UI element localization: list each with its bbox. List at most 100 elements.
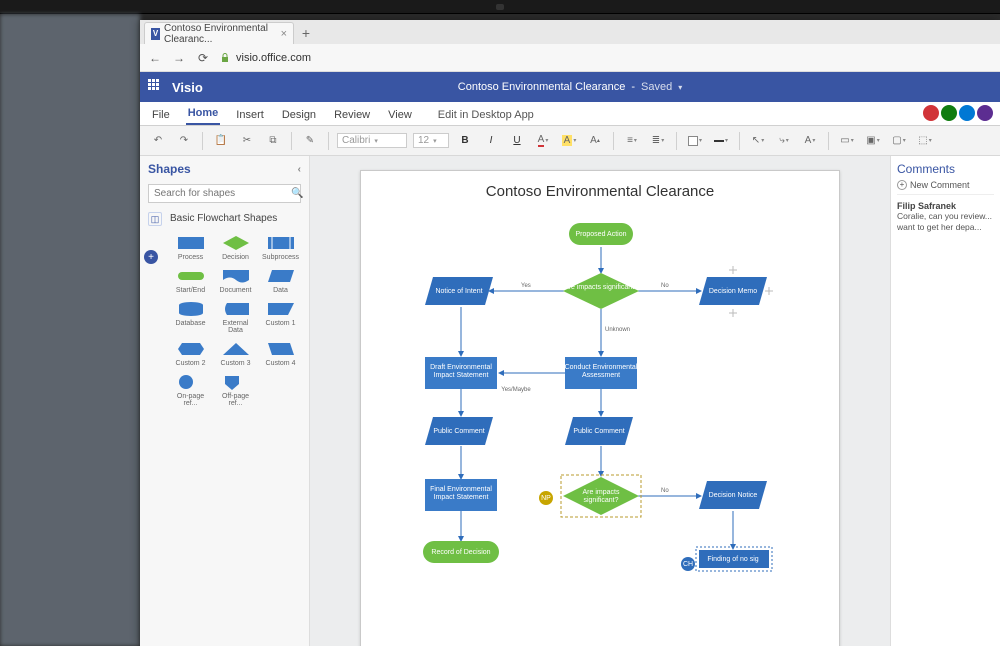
app-launcher-icon[interactable]	[148, 79, 164, 95]
node-public-comment-right[interactable]: Public Comment	[565, 417, 633, 445]
back-icon[interactable]: ←	[148, 51, 162, 65]
stencil-icon: ◫	[148, 212, 162, 226]
highlight-icon[interactable]: A▾	[559, 131, 579, 151]
page-title: Contoso Environmental Clearance	[361, 171, 839, 206]
send-back-icon[interactable]: ▢▾	[889, 131, 909, 151]
stencil-shape[interactable]: Data	[260, 267, 301, 294]
paste-icon[interactable]: 📋	[211, 131, 231, 151]
cut-icon[interactable]: ✂	[237, 131, 257, 151]
canvas[interactable]: Contoso Environmental Clearance Yes No	[310, 156, 890, 646]
stencil-shape[interactable]: Subprocess	[260, 234, 301, 261]
new-tab-button[interactable]: +	[294, 22, 318, 44]
presence-avatars[interactable]	[922, 104, 994, 122]
line-color-icon[interactable]: ▾	[711, 131, 731, 151]
collapse-pane-icon[interactable]: ‹	[298, 164, 301, 175]
pointer-tool-icon[interactable]: ↖▾	[748, 131, 768, 151]
stencil-shape[interactable]: Database	[170, 300, 211, 334]
page[interactable]: Contoso Environmental Clearance Yes No	[360, 170, 840, 646]
align-left-icon[interactable]: ≡▾	[622, 131, 642, 151]
stencil-shape-label: Document	[220, 287, 252, 294]
copy-icon[interactable]: ⧉	[263, 131, 283, 151]
flowchart[interactable]: Yes No Unknown Yes/Maybe	[361, 211, 841, 646]
address-bar[interactable]: visio.office.com	[220, 52, 992, 64]
stencil-shape[interactable]: Custom 1	[260, 300, 301, 334]
tab-view[interactable]: View	[386, 105, 414, 125]
url-text: visio.office.com	[236, 52, 311, 64]
italic-icon[interactable]: I	[481, 131, 501, 151]
new-comment-button[interactable]: + New Comment	[897, 180, 994, 195]
shapes-search-input[interactable]	[149, 185, 291, 202]
tab-insert[interactable]: Insert	[234, 105, 266, 125]
stencil-shape-label: Subprocess	[262, 254, 299, 261]
group-icon[interactable]: ⬚▾	[915, 131, 935, 151]
ribbon-toolbar: ↶ ↷ 📋 ✂ ⧉ ✎ Calibri▾ 12▾ B I U A▾ A▾ A▴ …	[140, 126, 1000, 156]
redo-icon[interactable]: ↷	[174, 131, 194, 151]
node-notice-intent[interactable]: Notice of Intent	[425, 277, 493, 305]
stencil-shape[interactable]: External Data	[215, 300, 256, 334]
edit-in-desktop-app[interactable]: Edit in Desktop App	[436, 105, 536, 125]
stencil-shape[interactable]: Custom 4	[260, 340, 301, 367]
node-conduct-ea[interactable]: Conduct EnvironmentalAssessment	[565, 357, 638, 389]
stencil-shape-label: Custom 4	[266, 360, 296, 367]
comment-item[interactable]: Filip Safranek Coralie, can you review..…	[897, 201, 994, 232]
presence-cursor: NP	[539, 491, 553, 505]
format-painter-icon[interactable]: ✎	[300, 131, 320, 151]
increase-font-icon[interactable]: A▴	[585, 131, 605, 151]
add-stencil-button[interactable]: +	[144, 250, 158, 264]
search-icon[interactable]: 🔍	[291, 185, 303, 202]
stencil-shape[interactable]: Off-page ref...	[215, 373, 256, 407]
forward-icon[interactable]: →	[172, 51, 186, 65]
stencil-title[interactable]: ◫ Basic Flowchart Shapes	[140, 209, 309, 230]
reload-icon[interactable]: ⟳	[196, 51, 210, 65]
stencil-shape[interactable]: Custom 3	[215, 340, 256, 367]
font-color-icon[interactable]: A▾	[533, 131, 553, 151]
stencil-shape-label: Custom 3	[221, 360, 251, 367]
bold-icon[interactable]: B	[455, 131, 475, 151]
svg-text:Draft EnvironmentalImpact Stat: Draft EnvironmentalImpact Statement	[430, 364, 492, 379]
avatar	[940, 104, 958, 122]
tab-design[interactable]: Design	[280, 105, 318, 125]
node-draft-eis[interactable]: Draft EnvironmentalImpact Statement	[425, 357, 497, 389]
stencil-shape[interactable]: Decision	[215, 234, 256, 261]
document-title[interactable]: Contoso Environmental Clearance - Saved …	[458, 81, 682, 93]
fill-color-icon[interactable]: ▾	[685, 131, 705, 151]
browser-window: V Contoso Environmental Clearanc... × + …	[140, 20, 1000, 646]
svg-text:Are impacts significant?: Are impacts significant?	[564, 284, 638, 291]
chevron-down-icon: ▾	[678, 83, 682, 92]
align-middle-icon[interactable]: ≣▾	[648, 131, 668, 151]
node-decision-notice[interactable]: Decision Notice	[699, 481, 767, 509]
node-impacts-decision[interactable]: Are impacts significant?	[563, 273, 639, 309]
stencil-shape[interactable]: On-page ref...	[170, 373, 211, 407]
bring-front-icon[interactable]: ▣▾	[863, 131, 883, 151]
undo-icon[interactable]: ↶	[148, 131, 168, 151]
node-public-comment-left[interactable]: Public Comment	[425, 417, 493, 445]
browser-tab-title: Contoso Environmental Clearanc...	[164, 23, 281, 45]
svg-text:Yes/Maybe: Yes/Maybe	[501, 387, 531, 393]
tab-home[interactable]: Home	[186, 103, 221, 125]
shapes-search[interactable]: 🔍	[148, 184, 301, 203]
node-final-eis[interactable]: Final EnvironmentalImpact Statement	[425, 479, 497, 511]
underline-icon[interactable]: U	[507, 131, 527, 151]
close-tab-icon[interactable]: ×	[281, 28, 287, 40]
node-impacts-decision-2[interactable]: Are impactssignificant?	[561, 475, 641, 517]
node-finding-no-sig[interactable]: Finding of no sig	[696, 547, 772, 571]
stencil-shape[interactable]: Process	[170, 234, 211, 261]
stencil-shape[interactable]: Document	[215, 267, 256, 294]
stencil-shape[interactable]: Start/End	[170, 267, 211, 294]
font-selector[interactable]: Calibri▾	[337, 133, 407, 148]
browser-tab[interactable]: V Contoso Environmental Clearanc... ×	[144, 22, 294, 44]
connector-tool-icon[interactable]: ⤷▾	[774, 131, 794, 151]
node-decision-memo[interactable]: Decision Memo	[699, 277, 767, 305]
node-proposed-action[interactable]: Proposed Action	[569, 223, 633, 245]
stencil-shape[interactable]: Custom 2	[170, 340, 211, 367]
node-record-of-decision[interactable]: Record of Decision	[423, 541, 499, 563]
tab-review[interactable]: Review	[332, 105, 372, 125]
tab-file[interactable]: File	[150, 105, 172, 125]
stencil-shape-label: Custom 1	[266, 320, 296, 327]
shapes-pane-title: Shapes	[148, 162, 191, 176]
arrange-icon[interactable]: ▭▾	[837, 131, 857, 151]
stencil-shape-label: Process	[178, 254, 203, 261]
svg-text:Public Comment: Public Comment	[433, 428, 484, 435]
font-size-selector[interactable]: 12▾	[413, 133, 449, 148]
text-tool-icon[interactable]: A▾	[800, 131, 820, 151]
